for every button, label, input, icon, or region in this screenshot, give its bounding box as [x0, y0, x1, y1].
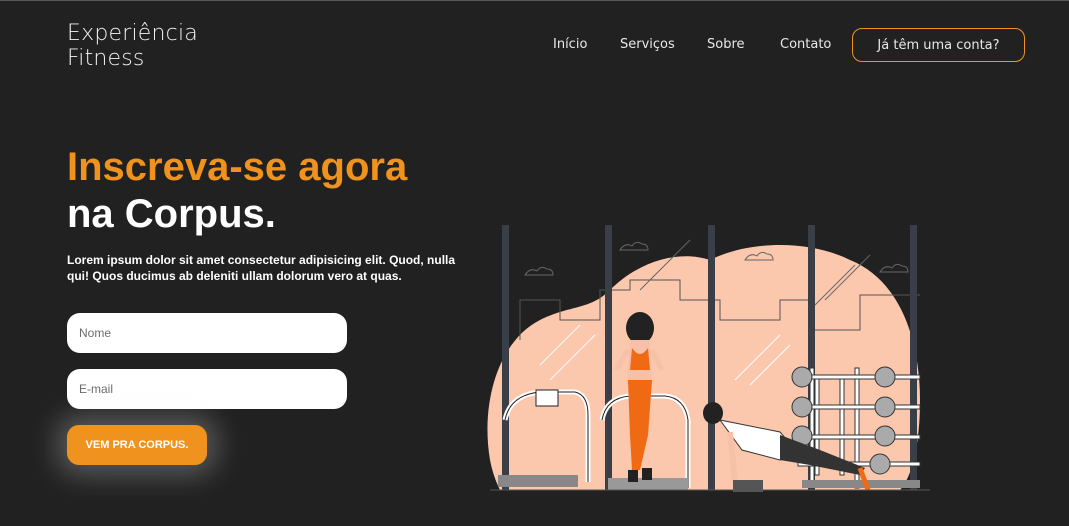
hero-title-rest: na Corpus.	[67, 192, 276, 236]
gym-illustration	[487, 225, 930, 492]
hero-title-highlight: Inscreva-se agora	[67, 145, 408, 189]
nav-item-contato[interactable]: Contato	[780, 37, 831, 52]
brand-line-1: Experiência	[67, 21, 198, 46]
login-button-label: Já têm uma conta?	[877, 37, 1000, 53]
nav-item-servicos[interactable]: Serviços	[620, 37, 675, 52]
hero-description: Lorem ipsum dolor sit amet consectetur a…	[67, 253, 456, 283]
submit-button-label: VEM PRA CORPUS.	[85, 439, 189, 451]
brand-logo[interactable]: Experiência Fitness	[67, 21, 198, 71]
email-input[interactable]	[67, 369, 347, 409]
nav-item-sobre[interactable]: Sobre	[707, 37, 745, 52]
brand-line-2: Fitness	[67, 46, 145, 71]
submit-button[interactable]: VEM PRA CORPUS.	[67, 425, 207, 465]
login-button[interactable]: Já têm uma conta?	[852, 28, 1025, 62]
top-border	[0, 0, 1069, 1]
nav-item-inicio[interactable]: Início	[553, 37, 587, 52]
name-input[interactable]	[67, 313, 347, 353]
